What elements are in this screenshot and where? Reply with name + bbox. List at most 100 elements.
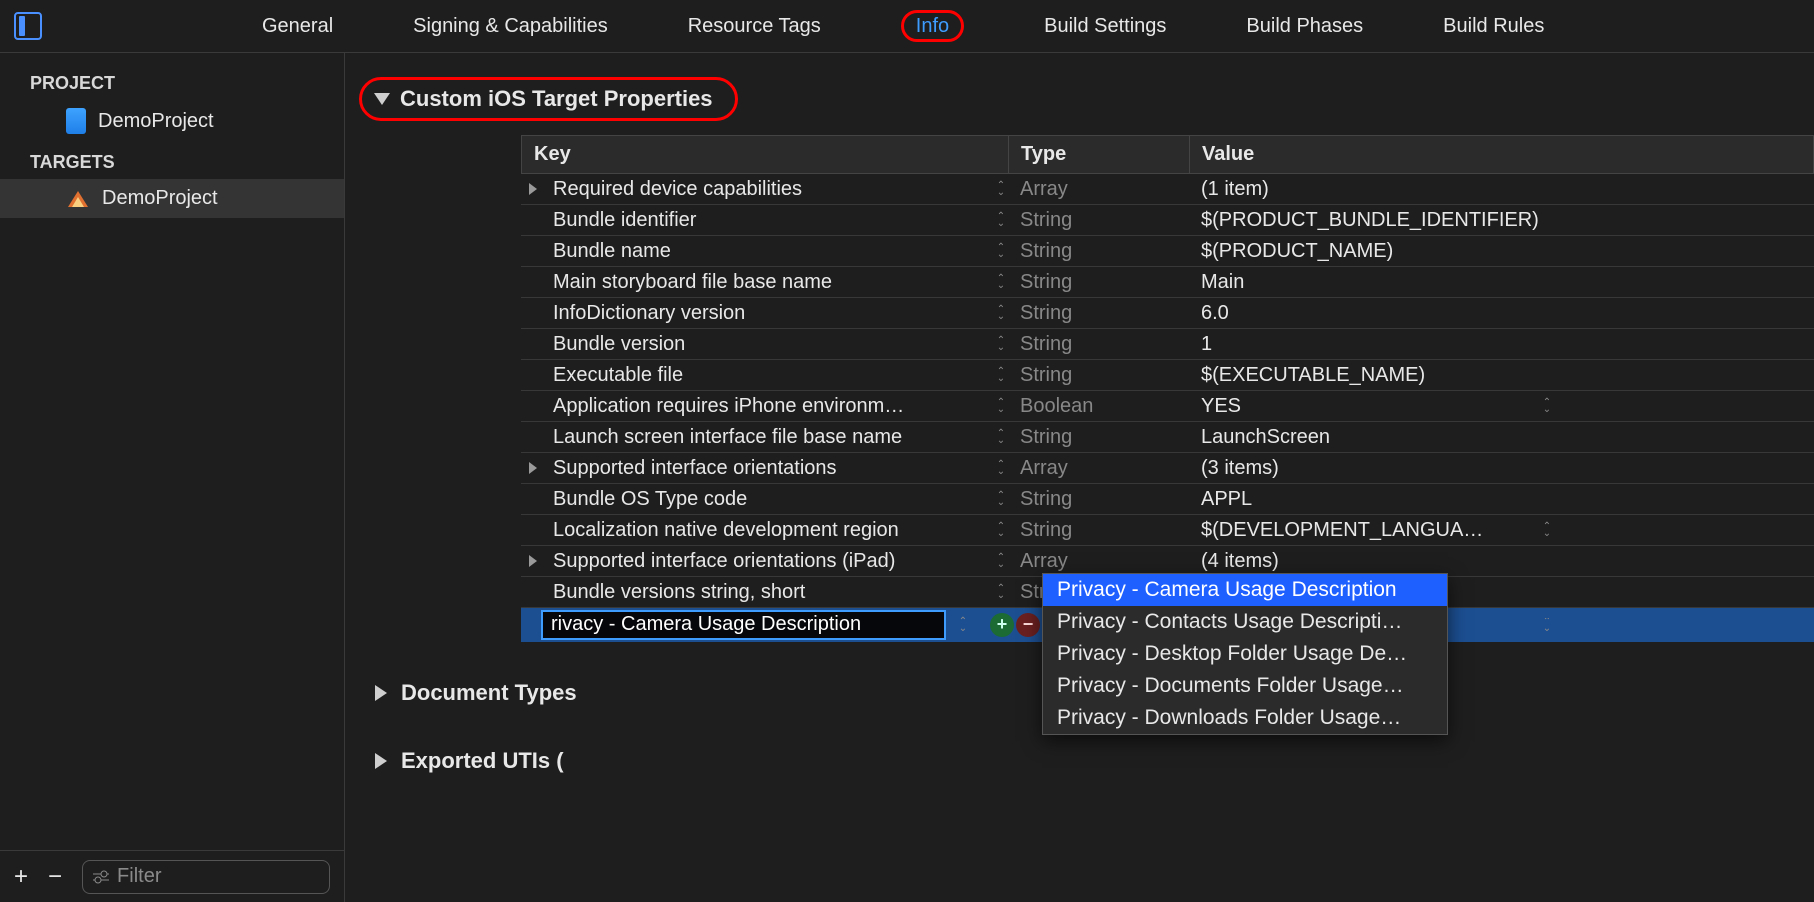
project-navigator: PROJECT DemoProject TARGETS DemoProject … [0,53,345,902]
table-row[interactable]: InfoDictionary versionString6.0 [521,298,1814,329]
dropdown-item[interactable]: Privacy - Desktop Folder Usage De… [1043,638,1447,670]
add-target-button[interactable]: + [14,863,28,891]
type-cell[interactable]: String [1008,519,1189,542]
remove-key-button[interactable]: − [1016,613,1040,637]
table-row[interactable]: Localization native development regionSt… [521,515,1814,546]
type-cell[interactable]: Array [1008,550,1189,573]
column-header-type[interactable]: Type [1009,136,1190,173]
section-label: Document Types [401,680,577,706]
key-text: Bundle identifier [545,209,988,232]
table-row[interactable]: Bundle versionString1 [521,329,1814,360]
type-cell[interactable]: String [1008,364,1189,387]
type-cell[interactable]: Array [1008,178,1189,201]
tab-build-rules[interactable]: Build Rules [1403,2,1584,51]
tab-signing-capabilities[interactable]: Signing & Capabilities [373,2,648,51]
filter-icon [93,869,109,885]
disclosure-triangle-down-icon [374,93,390,105]
key-stepper-icon[interactable] [994,523,1008,537]
tab-build-phases[interactable]: Build Phases [1206,2,1403,51]
key-stepper-icon[interactable] [994,244,1008,258]
value-cell[interactable]: 6.0 [1189,302,1560,325]
type-cell[interactable]: Boolean [1008,395,1189,418]
key-stepper-icon[interactable] [956,618,970,632]
value-cell[interactable]: (3 items) [1189,457,1560,480]
dropdown-item[interactable]: Privacy - Camera Usage Description [1043,574,1447,606]
value-cell[interactable]: YES [1189,395,1560,418]
project-item[interactable]: DemoProject [0,100,344,142]
filter-input[interactable]: Filter [82,860,330,894]
highlight-ring: Info [901,10,964,42]
targets-heading: TARGETS [0,142,344,179]
remove-target-button[interactable]: − [48,863,62,891]
key-stepper-icon[interactable] [994,213,1008,227]
table-row[interactable]: Executable fileString$(EXECUTABLE_NAME) [521,360,1814,391]
dropdown-item[interactable]: Privacy - Contacts Usage Descripti… [1043,606,1447,638]
dropdown-item[interactable]: Privacy - Documents Folder Usage… [1043,670,1447,702]
tab-info[interactable]: Info [861,2,1004,51]
panel-toggle-icon[interactable] [14,12,42,40]
table-row[interactable]: Supported interface orientationsArray(3 … [521,453,1814,484]
value-cell[interactable]: APPL [1189,488,1560,511]
type-cell[interactable]: String [1008,426,1189,449]
key-text: Supported interface orientations (iPad) [545,550,988,573]
key-stepper-icon[interactable] [994,554,1008,568]
key-stepper-icon[interactable] [994,492,1008,506]
info-plist-editor: Custom iOS Target Properties Key Type Va… [345,53,1814,902]
value-cell[interactable]: $(PRODUCT_NAME) [1189,240,1560,263]
type-cell[interactable]: String [1008,488,1189,511]
target-item[interactable]: DemoProject [0,179,344,218]
add-key-button[interactable]: + [990,613,1014,637]
section-label: Exported UTIs ( [401,748,564,774]
disclosure-triangle-icon[interactable] [527,183,539,195]
custom-target-properties-header[interactable]: Custom iOS Target Properties [359,77,738,121]
value-cell[interactable]: $(DEVELOPMENT_LANGUA… [1189,519,1560,542]
type-cell[interactable]: String [1008,302,1189,325]
value-cell[interactable]: Main [1189,271,1560,294]
tab-build-settings[interactable]: Build Settings [1004,2,1206,51]
value-cell[interactable]: (4 items) [1189,550,1560,573]
key-stepper-icon[interactable] [994,182,1008,196]
value-cell[interactable]: $(PRODUCT_BUNDLE_IDENTIFIER) [1189,209,1560,232]
key-stepper-icon[interactable] [994,368,1008,382]
exported-utis-header[interactable]: Exported UTIs ( [375,748,1814,774]
key-stepper-icon[interactable] [994,585,1008,599]
dropdown-item[interactable]: Privacy - Downloads Folder Usage… [1043,702,1447,734]
key-autocomplete-dropdown[interactable]: Privacy - Camera Usage DescriptionPrivac… [1042,573,1448,735]
column-header-value[interactable]: Value [1190,136,1561,173]
table-row[interactable]: Launch screen interface file base name St… [521,422,1814,453]
type-cell[interactable]: String [1008,333,1189,356]
value-stepper-icon[interactable] [1540,399,1554,413]
table-row[interactable]: Bundle OS Type codeStringAPPL [521,484,1814,515]
table-row[interactable]: Required device capabilitiesArray(1 item… [521,174,1814,205]
key-stepper-icon[interactable] [994,461,1008,475]
type-cell[interactable]: String [1008,271,1189,294]
type-cell[interactable]: Array [1008,457,1189,480]
key-text: Launch screen interface file base name [545,426,988,449]
key-stepper-icon[interactable] [994,430,1008,444]
key-stepper-icon[interactable] [994,399,1008,413]
key-stepper-icon[interactable] [994,337,1008,351]
disclosure-triangle-icon[interactable] [527,462,539,474]
disclosure-triangle-icon[interactable] [527,555,539,567]
value-stepper-icon[interactable] [1540,618,1554,632]
disclosure-triangle-right-icon [375,685,387,701]
table-row[interactable]: Bundle identifier String$(PRODUCT_BUNDLE_… [521,205,1814,236]
key-input[interactable]: rivacy - Camera Usage Description [541,610,946,640]
type-cell[interactable]: String [1008,240,1189,263]
value-stepper-icon[interactable] [1540,523,1554,537]
project-heading: PROJECT [0,63,344,100]
column-header-key[interactable]: Key [522,136,1009,173]
table-row[interactable]: Bundle nameString$(PRODUCT_NAME) [521,236,1814,267]
target-settings-tabs: General Signing & Capabilities Resource … [0,0,1814,53]
key-stepper-icon[interactable] [994,275,1008,289]
value-cell[interactable]: (1 item) [1189,178,1560,201]
tab-resource-tags[interactable]: Resource Tags [648,2,861,51]
value-cell[interactable]: 1 [1189,333,1560,356]
key-stepper-icon[interactable] [994,306,1008,320]
type-cell[interactable]: String [1008,209,1189,232]
table-row[interactable]: Main storyboard file base nameStringMain [521,267,1814,298]
tab-general[interactable]: General [222,2,373,51]
value-cell[interactable]: LaunchScreen [1189,426,1560,449]
value-cell[interactable]: $(EXECUTABLE_NAME) [1189,364,1560,387]
table-row[interactable]: Application requires iPhone environm…Boo… [521,391,1814,422]
